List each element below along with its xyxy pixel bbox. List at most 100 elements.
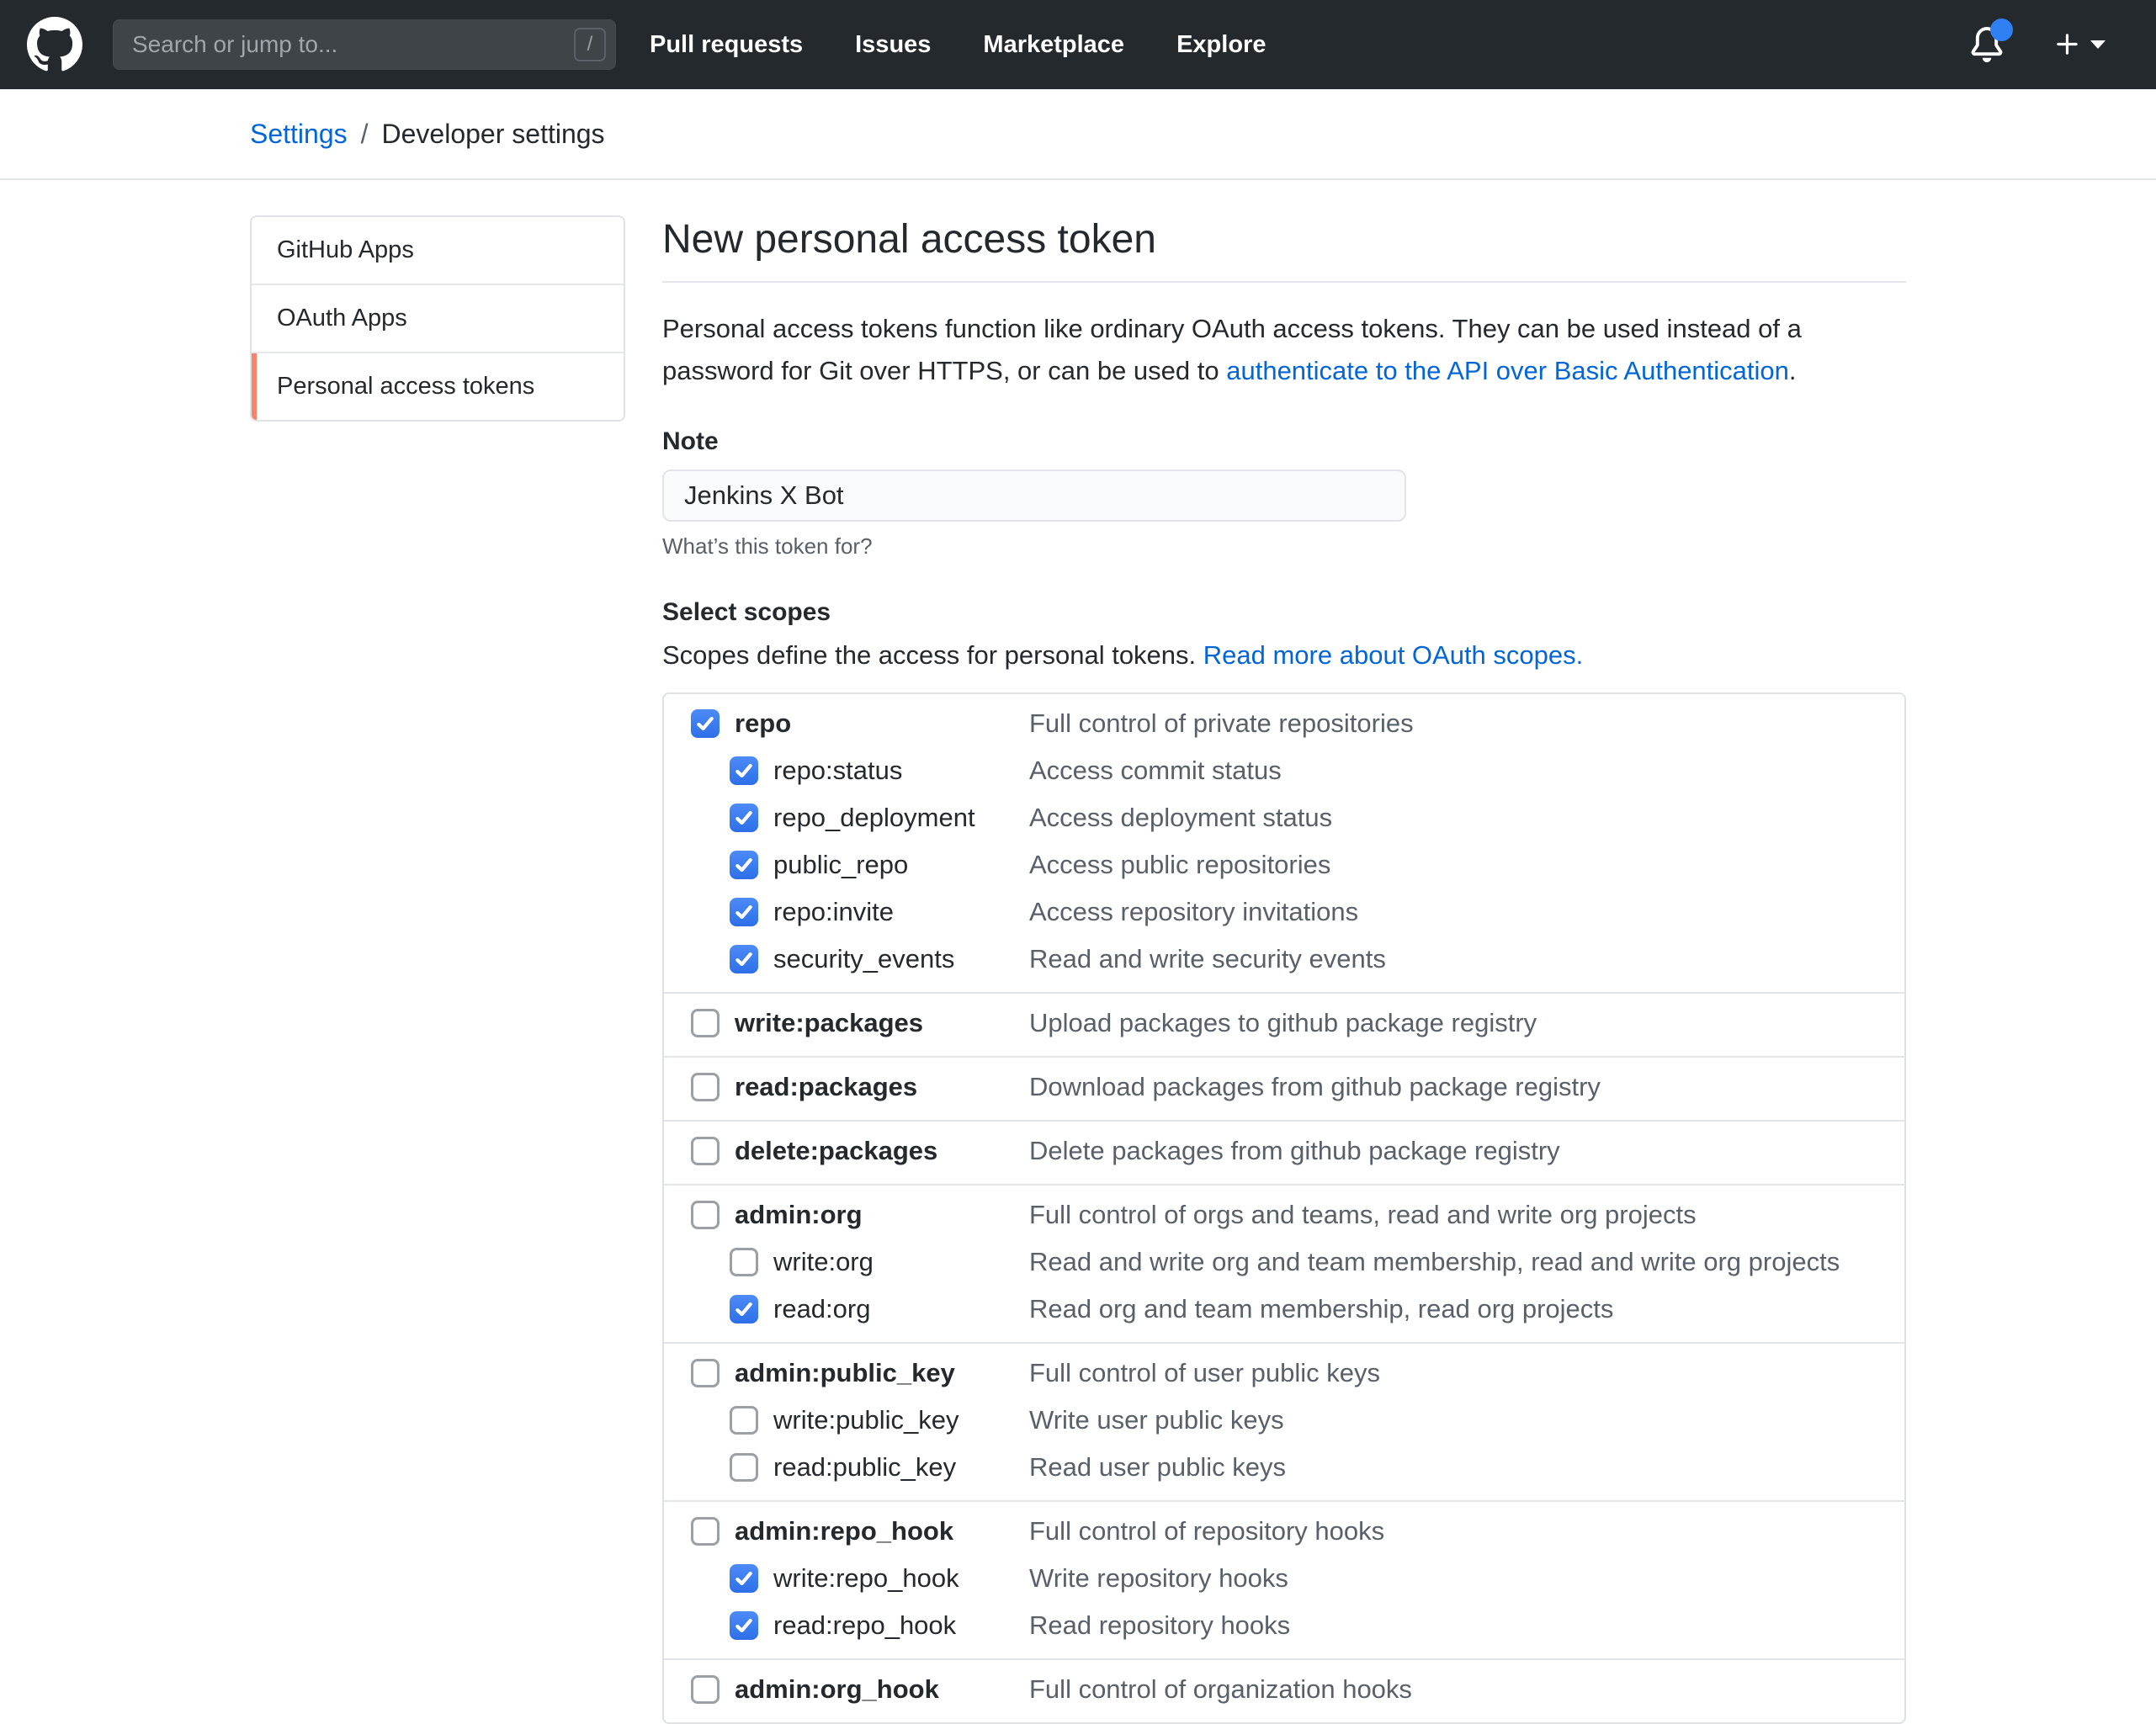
scope-name-col: delete:packages [664, 1135, 1029, 1167]
note-input[interactable] [662, 469, 1406, 522]
checkbox-repo_deployment[interactable] [730, 804, 758, 832]
scope-row-read:packages: read:packages Download packages from gith… [664, 1071, 1904, 1103]
scope-row-admin:org_hook: admin:org_hookFull control of organizati… [664, 1674, 1904, 1705]
checkbox-repo:status[interactable] [730, 756, 758, 785]
select-scopes-heading: Select scopes [662, 598, 1906, 627]
scope-description: Access public repositories [1029, 849, 1904, 881]
scope-label[interactable]: write:public_key [773, 1404, 959, 1436]
scope-row-read:repo_hook: read:repo_hookRead repository hooks [664, 1610, 1904, 1642]
search-input[interactable] [113, 19, 616, 70]
scope-label[interactable]: read:packages [735, 1071, 917, 1103]
notification-dot [1990, 19, 2013, 41]
scope-name-col: read:public_key [664, 1451, 1029, 1483]
scope-row-admin:org: admin:org Full control of orgs and teams,… [664, 1199, 1904, 1231]
search-box: / [113, 19, 616, 70]
scope-label[interactable]: repo [735, 708, 791, 740]
scope-label[interactable]: delete:packages [735, 1135, 937, 1167]
sidebar-item-oauth-apps[interactable]: OAuth Apps [252, 285, 624, 353]
checkbox-repo[interactable] [691, 709, 720, 738]
scope-group-read:packages: read:packages Download packages from gith… [664, 1056, 1904, 1120]
checkbox-admin:org_hook[interactable] [691, 1675, 720, 1704]
slash-key-hint: / [574, 28, 606, 61]
scope-row-repo_deployment: repo_deploymentAccess deployment status [664, 802, 1904, 834]
nav-link-marketplace[interactable]: Marketplace [983, 31, 1124, 59]
scope-group-admin:org_hook: admin:org_hookFull control of organizati… [664, 1658, 1904, 1722]
nav-link-issues[interactable]: Issues [855, 31, 931, 59]
scope-name-col: security_events [664, 943, 1029, 975]
scope-group-admin:repo_hook: admin:repo_hook Full control of repositor… [664, 1500, 1904, 1658]
scope-label[interactable]: read:public_key [773, 1451, 956, 1483]
scope-label[interactable]: admin:repo_hook [735, 1515, 953, 1547]
scope-description: Download packages from github package re… [1029, 1071, 1904, 1103]
checkbox-write:org[interactable] [730, 1248, 758, 1276]
checkbox-admin:org[interactable] [691, 1201, 720, 1229]
checkbox-delete:packages[interactable] [691, 1137, 720, 1165]
checkbox-read:public_key[interactable] [730, 1453, 758, 1482]
checkbox-admin:public_key[interactable] [691, 1359, 720, 1387]
checkbox-admin:repo_hook[interactable] [691, 1517, 720, 1546]
scope-name-col: admin:repo_hook [664, 1515, 1029, 1547]
notifications-button[interactable] [1969, 27, 2005, 62]
scope-row-read:org: read:orgRead org and team membership, re… [664, 1293, 1904, 1325]
scope-label[interactable]: read:repo_hook [773, 1610, 956, 1642]
scope-description: Full control of repository hooks [1029, 1515, 1904, 1547]
checkbox-write:packages[interactable] [691, 1009, 720, 1037]
nav-link-explore[interactable]: Explore [1176, 31, 1266, 59]
scope-name-col: public_repo [664, 849, 1029, 881]
scope-name-col: admin:org_hook [664, 1674, 1029, 1705]
breadcrumb-settings-link[interactable]: Settings [250, 119, 348, 150]
scope-label[interactable]: write:repo_hook [773, 1562, 959, 1594]
sidebar-item-github-apps[interactable]: GitHub Apps [252, 217, 624, 285]
scope-label[interactable]: write:packages [735, 1007, 923, 1039]
scope-label[interactable]: security_events [773, 943, 954, 975]
scope-label[interactable]: repo:status [773, 755, 902, 787]
scope-description: Access repository invitations [1029, 896, 1904, 928]
scope-label[interactable]: repo_deployment [773, 802, 975, 834]
caret-down-icon [2090, 40, 2106, 49]
sidebar-item-personal-access-tokens[interactable]: Personal access tokens [252, 353, 624, 420]
scope-name-col: read:org [664, 1293, 1029, 1325]
checkbox-repo:invite[interactable] [730, 898, 758, 926]
settings-sidebar: GitHub AppsOAuth AppsPersonal access tok… [250, 215, 625, 422]
scope-group-delete:packages: delete:packagesDelete packages from gith… [664, 1120, 1904, 1184]
checkbox-write:repo_hook[interactable] [730, 1564, 758, 1593]
scope-label[interactable]: public_repo [773, 849, 908, 881]
checkbox-security_events[interactable] [730, 945, 758, 973]
nav-link-pull-requests[interactable]: Pull requests [650, 31, 803, 59]
scope-label[interactable]: repo:invite [773, 896, 894, 928]
checkbox-write:public_key[interactable] [730, 1406, 758, 1435]
scope-label[interactable]: read:org [773, 1293, 870, 1325]
scope-label[interactable]: admin:org_hook [735, 1674, 939, 1705]
checkbox-read:repo_hook[interactable] [730, 1611, 758, 1640]
scope-description: Full control of orgs and teams, read and… [1029, 1199, 1904, 1231]
scope-row-repo:invite: repo:invite Access repository invitations [664, 896, 1904, 928]
oauth-scopes-link[interactable]: Read more about OAuth scopes. [1203, 640, 1583, 670]
basic-auth-link[interactable]: authenticate to the API over Basic Authe… [1226, 356, 1789, 385]
scope-name-col: admin:org [664, 1199, 1029, 1231]
scope-description: Full control of private repositories [1029, 708, 1904, 740]
checkbox-public_repo[interactable] [730, 851, 758, 879]
scope-name-col: repo [664, 708, 1029, 740]
scopes-table: repo Full control of private repositories… [662, 692, 1906, 1724]
create-new-button[interactable] [2053, 30, 2106, 59]
scope-description: Read and write security events [1029, 943, 1904, 975]
breadcrumb-bar: Settings / Developer settings [0, 89, 2156, 180]
scope-row-write:public_key: write:public_keyWrite user public keys [664, 1404, 1904, 1436]
scope-label[interactable]: admin:public_key [735, 1357, 955, 1389]
note-help-text: What’s this token for? [662, 533, 1906, 560]
scope-label[interactable]: admin:org [735, 1199, 863, 1231]
checkbox-read:org[interactable] [730, 1295, 758, 1324]
scope-name-col: repo_deployment [664, 802, 1029, 834]
scope-label[interactable]: write:org [773, 1246, 874, 1278]
scope-row-public_repo: public_repo Access public repositories [664, 849, 1904, 881]
scope-row-admin:repo_hook: admin:repo_hook Full control of repositor… [664, 1515, 1904, 1547]
scope-row-write:packages: write:packagesUpload packages to github … [664, 1007, 1904, 1039]
scopes-intro-text: Scopes define the access for personal to… [662, 640, 1203, 670]
scope-group-write:packages: write:packagesUpload packages to github … [664, 992, 1904, 1056]
checkbox-read:packages[interactable] [691, 1073, 720, 1101]
scopes-intro: Scopes define the access for personal to… [662, 640, 1906, 671]
github-logo-icon[interactable] [27, 17, 82, 72]
plus-icon [2053, 30, 2082, 59]
main-content: New personal access token Personal acces… [662, 215, 1906, 1724]
scope-name-col: admin:public_key [664, 1357, 1029, 1389]
